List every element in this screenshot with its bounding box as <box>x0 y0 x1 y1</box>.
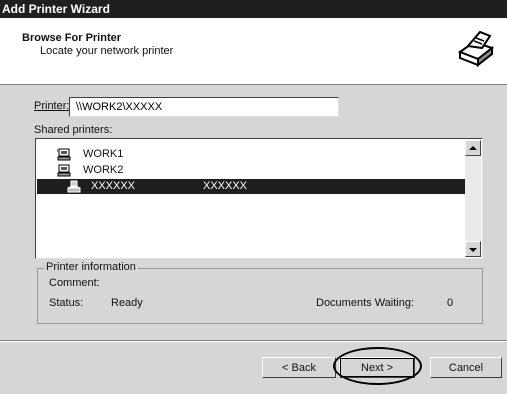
documents-waiting-value: 0 <box>447 297 454 309</box>
title-bar[interactable]: Add Printer Wizard <box>0 0 507 18</box>
comment-label: Comment: <box>49 277 100 289</box>
scroll-down-button[interactable] <box>465 241 481 257</box>
printer-label: Printer: <box>34 100 69 112</box>
printer-information-legend: Printer information <box>44 261 138 273</box>
arrow-down-icon <box>469 248 477 252</box>
computer-icon <box>57 148 71 161</box>
printer-wizard-icon <box>455 27 497 69</box>
computer-icon <box>57 164 71 177</box>
status-label: Status: <box>49 297 84 309</box>
list-item-detail: XXXXXX <box>203 180 248 192</box>
printer-icon <box>67 180 81 193</box>
status-value: Ready <box>111 297 143 309</box>
add-printer-wizard-window: Add Printer Wizard Browse For Printer Lo… <box>0 0 507 394</box>
header-subtitle: Locate your network printer <box>40 45 174 57</box>
list-item-name: XXXXXX <box>91 180 136 192</box>
printer-label-text: Printer: <box>34 100 70 112</box>
list-item[interactable]: WORK1 <box>37 147 337 162</box>
cancel-button[interactable]: Cancel <box>430 357 502 378</box>
footer-divider <box>0 340 507 342</box>
list-item[interactable]: WORK2 <box>37 163 337 178</box>
printer-information-group: Printer information Comment: Status: Rea… <box>37 261 483 324</box>
header-title: Browse For Printer <box>22 32 122 44</box>
scroll-up-button[interactable] <box>465 140 481 156</box>
list-item-selected[interactable]: XXXXXX XXXXXX <box>37 179 465 194</box>
list-item-name: WORK2 <box>83 164 124 176</box>
window-title: Add Printer Wizard <box>2 2 110 16</box>
shared-printers-list[interactable]: WORK1 WORK2 XXXXXX XXXXXX <box>35 138 483 259</box>
vertical-scrollbar[interactable] <box>465 140 481 257</box>
documents-waiting-label: Documents Waiting: <box>316 297 415 309</box>
shared-printers-label: Shared printers: <box>34 124 113 136</box>
arrow-up-icon <box>469 146 477 150</box>
list-item-name: WORK1 <box>83 148 124 160</box>
wizard-header: Browse For Printer Locate your network p… <box>0 18 507 85</box>
printer-path-input[interactable] <box>69 97 339 117</box>
next-button[interactable]: Next > <box>339 357 415 378</box>
back-button[interactable]: < Back <box>262 357 336 378</box>
